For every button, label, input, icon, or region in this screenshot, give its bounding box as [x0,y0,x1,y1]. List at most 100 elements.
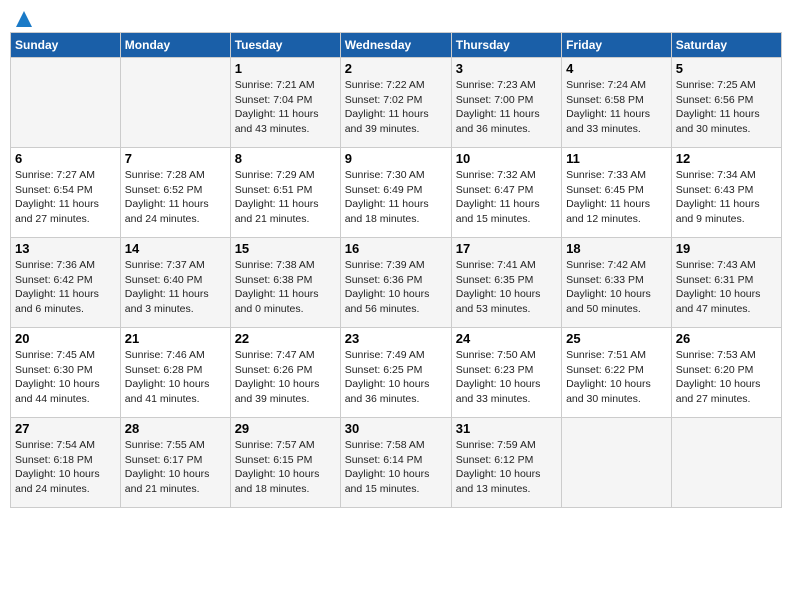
day-info: Sunrise: 7:36 AMSunset: 6:42 PMDaylight:… [15,259,99,315]
calendar-cell: 25 Sunrise: 7:51 AMSunset: 6:22 PMDayligh… [562,328,672,418]
day-header-wednesday: Wednesday [340,33,451,58]
day-info: Sunrise: 7:32 AMSunset: 6:47 PMDaylight:… [456,169,540,225]
day-number: 31 [456,421,557,436]
day-info: Sunrise: 7:45 AMSunset: 6:30 PMDaylight:… [15,349,100,405]
calendar-cell: 15 Sunrise: 7:38 AMSunset: 6:38 PMDayligh… [230,238,340,328]
day-info: Sunrise: 7:28 AMSunset: 6:52 PMDaylight:… [125,169,209,225]
calendar-cell: 11 Sunrise: 7:33 AMSunset: 6:45 PMDayligh… [562,148,672,238]
day-header-thursday: Thursday [451,33,561,58]
calendar-cell: 7 Sunrise: 7:28 AMSunset: 6:52 PMDaylight… [120,148,230,238]
day-number: 22 [235,331,336,346]
day-number: 15 [235,241,336,256]
day-number: 20 [15,331,116,346]
day-number: 24 [456,331,557,346]
calendar-cell [671,418,781,508]
day-info: Sunrise: 7:24 AMSunset: 6:58 PMDaylight:… [566,79,650,135]
calendar-cell: 21 Sunrise: 7:46 AMSunset: 6:28 PMDayligh… [120,328,230,418]
calendar-cell: 24 Sunrise: 7:50 AMSunset: 6:23 PMDayligh… [451,328,561,418]
day-number: 29 [235,421,336,436]
day-number: 28 [125,421,226,436]
calendar-cell: 27Sunrise: 7:54 AMSunset: 6:18 PMDayligh… [11,418,121,508]
calendar-cell: 28 Sunrise: 7:55 AMSunset: 6:17 PMDayligh… [120,418,230,508]
logo [14,10,34,24]
calendar-cell: 9 Sunrise: 7:30 AMSunset: 6:49 PMDaylight… [340,148,451,238]
day-info: Sunrise: 7:29 AMSunset: 6:51 PMDaylight:… [235,169,319,225]
calendar-cell: 6Sunrise: 7:27 AMSunset: 6:54 PMDaylight… [11,148,121,238]
day-number: 7 [125,151,226,166]
calendar-cell: 26 Sunrise: 7:53 AMSunset: 6:20 PMDayligh… [671,328,781,418]
logo-icon [15,10,33,28]
calendar-cell: 29Sunrise: 7:57 AMSunset: 6:15 PMDayligh… [230,418,340,508]
calendar-cell [11,58,121,148]
day-number: 2 [345,61,447,76]
calendar-cell: 14 Sunrise: 7:37 AMSunset: 6:40 PMDayligh… [120,238,230,328]
day-info: Sunrise: 7:41 AMSunset: 6:35 PMDaylight:… [456,259,541,315]
day-number: 19 [676,241,777,256]
day-number: 1 [235,61,336,76]
day-info: Sunrise: 7:38 AMSunset: 6:38 PMDaylight:… [235,259,319,315]
day-info: Sunrise: 7:55 AMSunset: 6:17 PMDaylight:… [125,439,210,495]
calendar-cell: 2 Sunrise: 7:22 AMSunset: 7:02 PMDaylight… [340,58,451,148]
day-info: Sunrise: 7:47 AMSunset: 6:26 PMDaylight:… [235,349,320,405]
calendar-cell: 20 Sunrise: 7:45 AMSunset: 6:30 PMDayligh… [11,328,121,418]
day-info: Sunrise: 7:34 AMSunset: 6:43 PMDaylight:… [676,169,760,225]
day-header-friday: Friday [562,33,672,58]
calendar-cell: 4 Sunrise: 7:24 AMSunset: 6:58 PMDaylight… [562,58,672,148]
day-number: 30 [345,421,447,436]
day-info: Sunrise: 7:22 AMSunset: 7:02 PMDaylight:… [345,79,429,135]
day-info: Sunrise: 7:53 AMSunset: 6:20 PMDaylight:… [676,349,761,405]
day-info: Sunrise: 7:54 AMSunset: 6:18 PMDaylight:… [15,439,100,495]
day-number: 9 [345,151,447,166]
calendar-cell [120,58,230,148]
day-number: 13 [15,241,116,256]
calendar-cell: 19 Sunrise: 7:43 AMSunset: 6:31 PMDayligh… [671,238,781,328]
day-info: Sunrise: 7:46 AMSunset: 6:28 PMDaylight:… [125,349,210,405]
day-info: Sunrise: 7:58 AMSunset: 6:14 PMDaylight:… [345,439,430,495]
day-number: 16 [345,241,447,256]
calendar-cell: 22 Sunrise: 7:47 AMSunset: 6:26 PMDayligh… [230,328,340,418]
day-info: Sunrise: 7:37 AMSunset: 6:40 PMDaylight:… [125,259,209,315]
calendar-cell [562,418,672,508]
calendar-cell: 16 Sunrise: 7:39 AMSunset: 6:36 PMDayligh… [340,238,451,328]
page-header [10,10,782,24]
day-info: Sunrise: 7:39 AMSunset: 6:36 PMDaylight:… [345,259,430,315]
day-info: Sunrise: 7:23 AMSunset: 7:00 PMDaylight:… [456,79,540,135]
calendar-cell: 17 Sunrise: 7:41 AMSunset: 6:35 PMDayligh… [451,238,561,328]
calendar-cell: 12 Sunrise: 7:34 AMSunset: 6:43 PMDayligh… [671,148,781,238]
day-number: 21 [125,331,226,346]
day-info: Sunrise: 7:30 AMSunset: 6:49 PMDaylight:… [345,169,429,225]
calendar-cell: 13 Sunrise: 7:36 AMSunset: 6:42 PMDayligh… [11,238,121,328]
day-number: 3 [456,61,557,76]
calendar-cell: 5 Sunrise: 7:25 AMSunset: 6:56 PMDaylight… [671,58,781,148]
day-header-tuesday: Tuesday [230,33,340,58]
day-number: 12 [676,151,777,166]
day-number: 25 [566,331,667,346]
day-number: 11 [566,151,667,166]
day-header-sunday: Sunday [11,33,121,58]
day-info: Sunrise: 7:25 AMSunset: 6:56 PMDaylight:… [676,79,760,135]
day-number: 18 [566,241,667,256]
calendar-cell: 10 Sunrise: 7:32 AMSunset: 6:47 PMDayligh… [451,148,561,238]
calendar-cell: 3 Sunrise: 7:23 AMSunset: 7:00 PMDaylight… [451,58,561,148]
day-info: Sunrise: 7:59 AMSunset: 6:12 PMDaylight:… [456,439,541,495]
day-number: 14 [125,241,226,256]
day-header-monday: Monday [120,33,230,58]
day-info: Sunrise: 7:50 AMSunset: 6:23 PMDaylight:… [456,349,541,405]
day-number: 4 [566,61,667,76]
day-info: Sunrise: 7:51 AMSunset: 6:22 PMDaylight:… [566,349,651,405]
day-info: Sunrise: 7:21 AMSunset: 7:04 PMDaylight:… [235,79,319,135]
day-info: Sunrise: 7:43 AMSunset: 6:31 PMDaylight:… [676,259,761,315]
day-number: 23 [345,331,447,346]
calendar-cell: 31 Sunrise: 7:59 AMSunset: 6:12 PMDayligh… [451,418,561,508]
day-info: Sunrise: 7:27 AMSunset: 6:54 PMDaylight:… [15,169,99,225]
calendar-cell: 30 Sunrise: 7:58 AMSunset: 6:14 PMDayligh… [340,418,451,508]
calendar-cell: 23 Sunrise: 7:49 AMSunset: 6:25 PMDayligh… [340,328,451,418]
day-number: 26 [676,331,777,346]
day-number: 8 [235,151,336,166]
day-info: Sunrise: 7:49 AMSunset: 6:25 PMDaylight:… [345,349,430,405]
day-number: 10 [456,151,557,166]
day-number: 17 [456,241,557,256]
calendar-cell: 8 Sunrise: 7:29 AMSunset: 6:51 PMDaylight… [230,148,340,238]
day-number: 5 [676,61,777,76]
day-info: Sunrise: 7:33 AMSunset: 6:45 PMDaylight:… [566,169,650,225]
